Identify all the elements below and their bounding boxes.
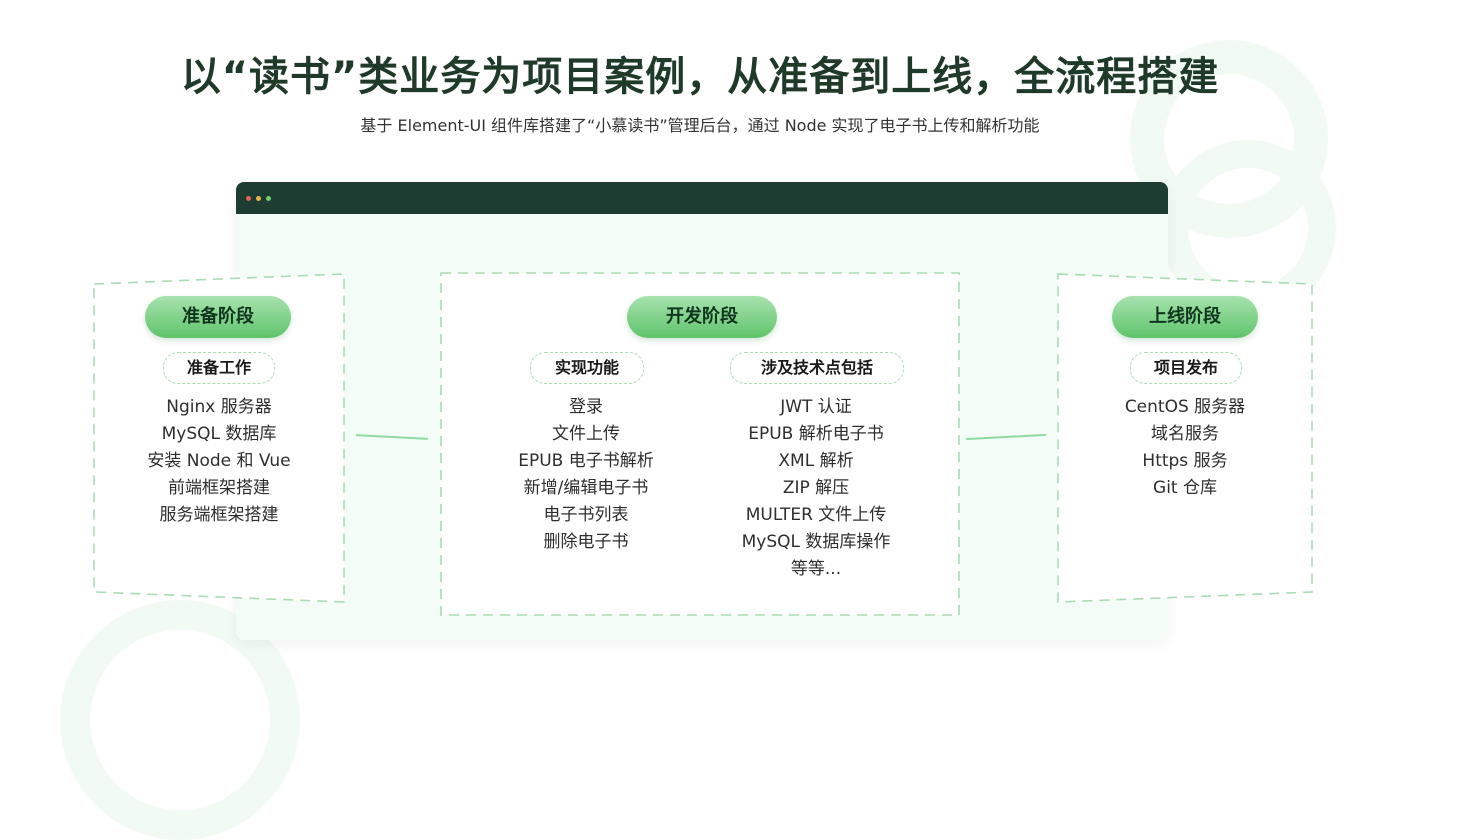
window-maximize-dot (266, 195, 271, 201)
list-item: JWT 认证 (780, 397, 852, 417)
list-item: 前端框架搭建 (168, 478, 270, 498)
list-item: MySQL 数据库操作 (741, 532, 891, 552)
list-item: CentOS 服务器 (1124, 397, 1246, 417)
window-close-dot (246, 195, 251, 201)
prepare-stage-title: 准备阶段 (145, 296, 291, 338)
list-item: MySQL 数据库 (161, 424, 277, 444)
window-minimize-dot (256, 195, 261, 201)
list-item: 服务端框架搭建 (159, 505, 279, 525)
list-item: 登录 (569, 397, 603, 417)
list-item: Git 仓库 (1153, 478, 1217, 498)
list-item: 安装 Node 和 Vue (147, 451, 291, 471)
prepare-section-label: 准备工作 (163, 352, 275, 384)
list-item: 等等... (790, 559, 842, 579)
develop-features-list: 登录 文件上传 EPUB 电子书解析 新增/编辑电子书 电子书列表 删除电子书 (486, 394, 686, 556)
list-item: 域名服务 (1151, 424, 1219, 444)
develop-stage-title: 开发阶段 (627, 296, 777, 338)
list-item: 删除电子书 (543, 532, 629, 552)
develop-stage-panel: 开发阶段 实现功能 涉及技术点包括 登录 文件上传 EPUB 电子书解析 新增/… (440, 272, 960, 616)
develop-tech-list: JWT 认证 EPUB 解析电子书 XML 解析 ZIP 解压 MULTER 文… (710, 394, 922, 583)
prepare-stage-panel: 准备阶段 准备工作 Nginx 服务器 MySQL 数据库 安装 Node 和 … (92, 272, 346, 606)
page-subtitle: 基于 Element-UI 组件库搭建了“小慕读书”管理后台，通过 Node 实… (360, 116, 1040, 135)
prepare-items-list: Nginx 服务器 MySQL 数据库 安装 Node 和 Vue 前端框架搭建… (92, 394, 346, 529)
launch-items-list: CentOS 服务器 域名服务 Https 服务 Git 仓库 (1056, 394, 1314, 502)
list-item: Https 服务 (1142, 451, 1228, 471)
list-item: MULTER 文件上传 (745, 505, 887, 525)
list-item: 电子书列表 (543, 505, 629, 525)
launch-stage-title: 上线阶段 (1112, 296, 1258, 338)
list-item: Nginx 服务器 (166, 397, 272, 417)
develop-features-label: 实现功能 (530, 352, 644, 384)
list-item: 文件上传 (552, 424, 620, 444)
page-headline: 以“读书”类业务为项目案例，从准备到上线，全流程搭建 (180, 54, 1220, 100)
list-item: XML 解析 (778, 451, 854, 471)
develop-tech-label: 涉及技术点包括 (730, 352, 904, 384)
launch-stage-panel: 上线阶段 项目发布 CentOS 服务器 域名服务 Https 服务 Git 仓… (1056, 272, 1314, 606)
list-item: 新增/编辑电子书 (523, 478, 649, 498)
launch-section-label: 项目发布 (1130, 352, 1242, 384)
window-titlebar (236, 182, 1168, 214)
list-item: ZIP 解压 (782, 478, 850, 498)
list-item: EPUB 电子书解析 (518, 451, 654, 471)
list-item: EPUB 解析电子书 (748, 424, 884, 444)
